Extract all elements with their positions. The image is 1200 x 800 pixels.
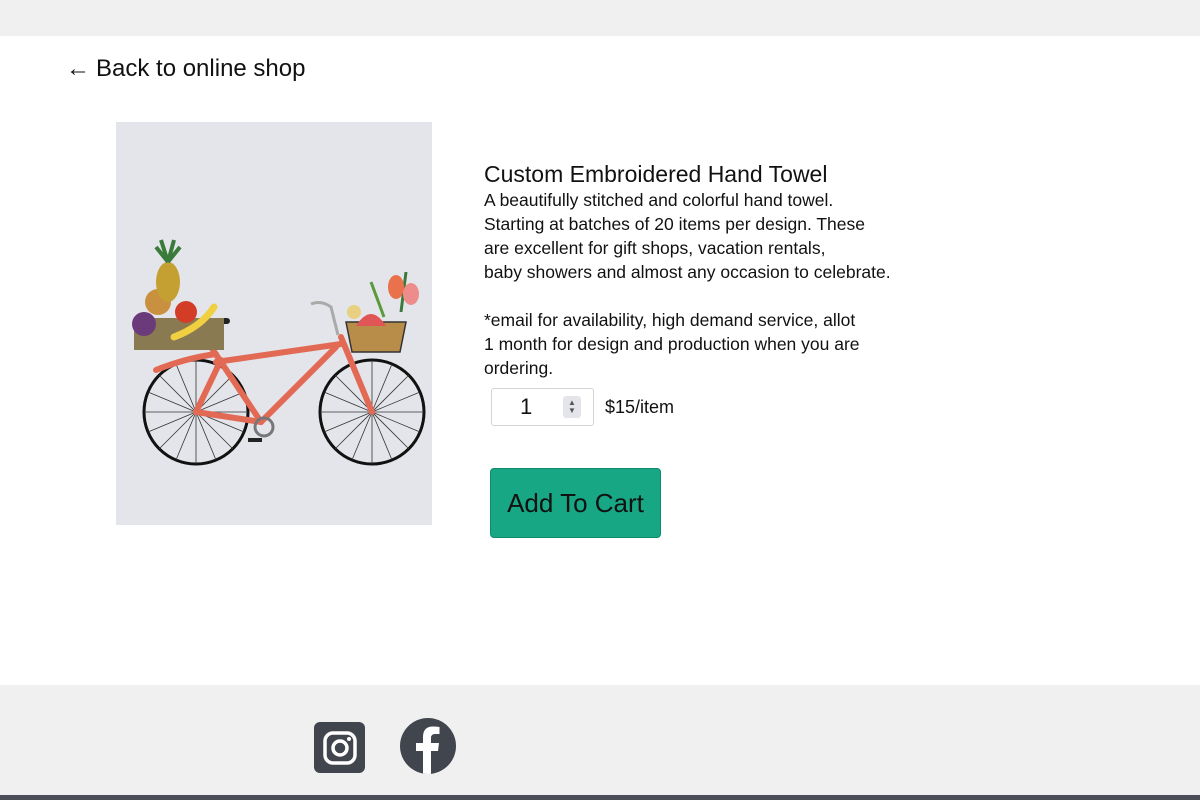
- top-strip: [0, 0, 1200, 36]
- footer: [0, 685, 1200, 795]
- facebook-icon: [416, 726, 440, 774]
- product-image: [116, 122, 432, 525]
- product-note: *email for availability, high demand ser…: [484, 310, 860, 378]
- back-arrow-icon: ←: [66, 55, 90, 82]
- product-title: Custom Embroidered Hand Towel: [484, 161, 828, 187]
- quantity-input[interactable]: 1 ▲ ▼: [491, 388, 594, 426]
- embroidered-bicycle-image: [116, 122, 432, 525]
- quantity-value: 1: [520, 394, 533, 419]
- quantity-stepper[interactable]: ▲ ▼: [563, 396, 581, 418]
- product-details: Custom Embroidered Hand Towel A beautifu…: [484, 160, 924, 380]
- facebook-link[interactable]: [400, 718, 456, 774]
- chevron-down-icon[interactable]: ▼: [568, 407, 576, 415]
- back-link-label: Back to online shop: [96, 55, 306, 82]
- footer-bottom-bar: [0, 795, 1200, 800]
- add-to-cart-button[interactable]: Add To Cart: [490, 468, 661, 538]
- back-to-shop-link[interactable]: ← Back to online shop: [66, 55, 305, 83]
- instagram-icon: [322, 730, 357, 765]
- instagram-link[interactable]: [314, 722, 365, 773]
- unit-price: $15/item: [605, 396, 675, 417]
- quantity-row: 1 ▲ ▼ $15/item: [491, 388, 674, 426]
- product-description: A beautifully stitched and colorful hand…: [484, 190, 891, 282]
